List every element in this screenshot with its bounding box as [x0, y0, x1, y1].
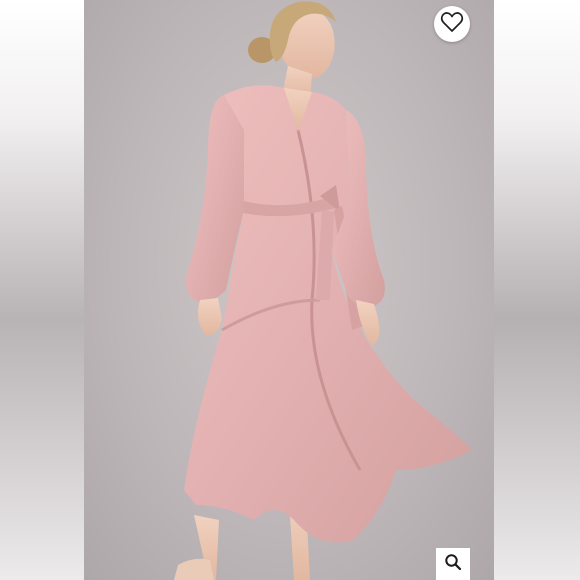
heart-outline-icon [440, 11, 464, 38]
magnifier-icon [444, 553, 462, 576]
right-blurred-backdrop [494, 0, 580, 580]
left-blurred-backdrop [0, 0, 84, 580]
product-image-viewer [0, 0, 580, 580]
zoom-button[interactable] [436, 548, 470, 580]
model-left-hand [198, 298, 222, 336]
favorite-button[interactable] [434, 6, 470, 42]
product-photo [84, 0, 494, 580]
model-left-shoe [174, 558, 214, 580]
